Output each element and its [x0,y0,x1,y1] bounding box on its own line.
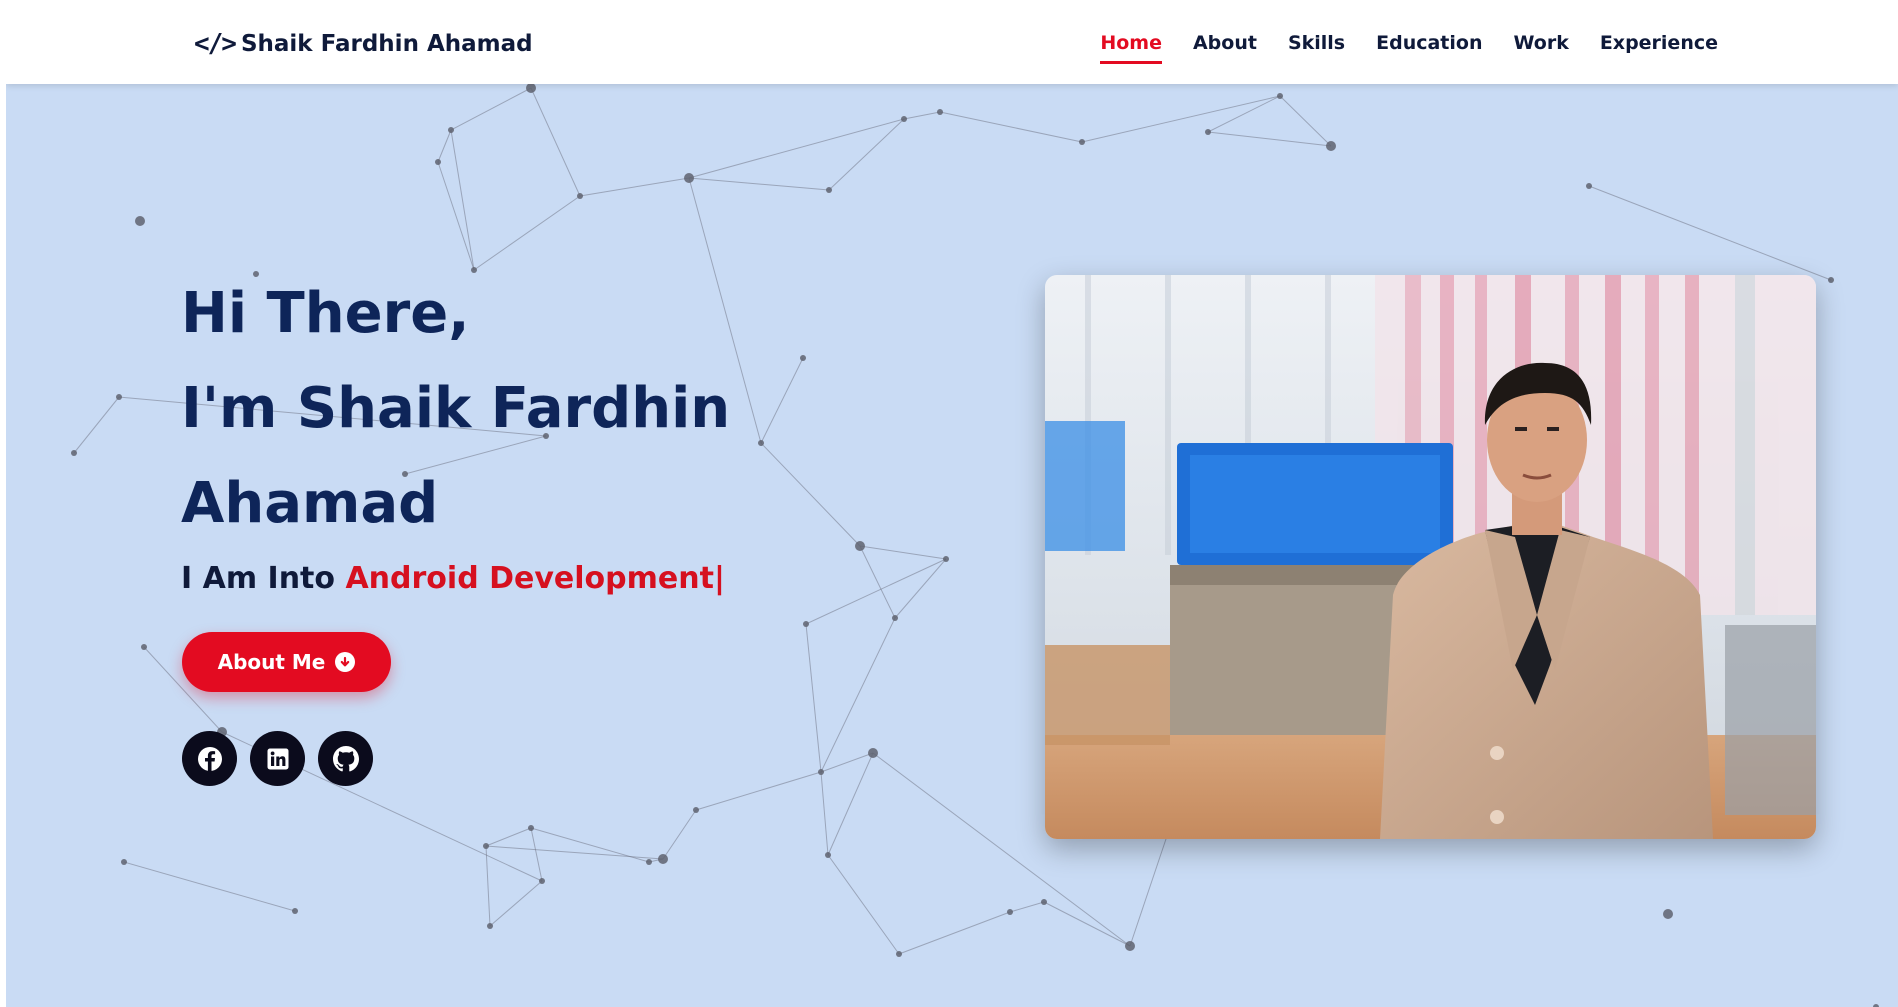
arrow-down-circle-icon [335,652,356,672]
window-frame-left [0,0,6,1007]
profile-photo [1045,275,1816,839]
hero-section: Hi There, I'm Shaik Fardhin Ahamad I Am … [6,4,1898,1007]
nav-experience[interactable]: Experience [1600,32,1718,64]
github-link[interactable] [318,731,373,786]
typing-prefix: I Am Into [181,561,335,596]
hero-intro-line: I'm Shaik Fardhin [181,376,731,441]
nav-menu: Home About Skills Education Work Experie… [1100,32,1718,64]
hero-heading: Hi There, I'm Shaik Fardhin Ahamad [181,266,730,551]
top-navbar: </> Shaik Fardhin Ahamad Home About Skil… [6,4,1898,84]
facebook-link[interactable] [182,731,237,786]
about-me-button-label: About Me [217,650,326,674]
nav-skills[interactable]: Skills [1288,32,1345,64]
social-links [182,731,373,786]
linkedin-icon [267,748,288,769]
nav-work[interactable]: Work [1513,32,1568,64]
typing-text: I Am Into Android Development| [181,561,725,596]
nav-home[interactable]: Home [1100,32,1162,64]
brand-name: Shaik Fardhin Ahamad [240,31,533,57]
hero-greeting: Hi There, [181,281,470,346]
typing-role: Android Development [345,561,714,596]
github-icon [332,745,359,771]
code-icon: </> [194,29,237,59]
window-frame-top [0,0,1898,4]
brand-logo[interactable]: </> Shaik Fardhin Ahamad [194,29,533,59]
about-me-button[interactable]: About Me [182,632,391,692]
facebook-icon [197,746,222,771]
nav-about[interactable]: About [1193,32,1257,64]
typing-caret: | [713,561,725,596]
nav-education[interactable]: Education [1376,32,1482,64]
linkedin-link[interactable] [250,731,305,786]
hero-intro-line-2: Ahamad [181,471,439,536]
